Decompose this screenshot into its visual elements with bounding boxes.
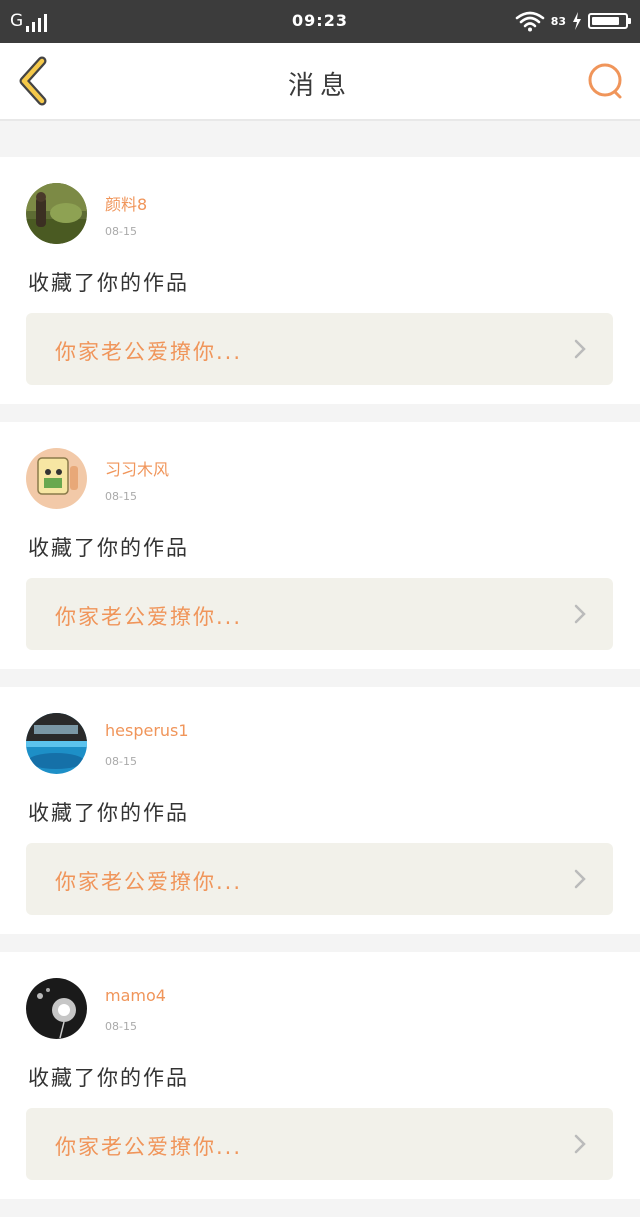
work-link[interactable]: 你家老公爱撩你... <box>26 1108 613 1180</box>
search-icon <box>588 63 622 99</box>
timestamp: 08-15 <box>105 490 137 503</box>
work-title: 你家老公爱撩你... <box>55 870 243 894</box>
username[interactable]: hesperus1 <box>105 721 189 740</box>
timestamp: 08-15 <box>105 755 137 768</box>
notification-list: 颜料8 08-15 收藏了你的作品 你家老公爱撩你... 习习木风 08-15 … <box>0 157 640 1217</box>
notification-message: 收藏了你的作品 <box>28 1066 189 1090</box>
avatar[interactable] <box>26 713 87 774</box>
username[interactable]: 习习木风 <box>105 456 169 480</box>
wifi-icon <box>515 11 544 32</box>
notification-card: 习习木风 08-15 收藏了你的作品 你家老公爱撩你... <box>0 422 640 669</box>
work-title: 你家老公爱撩你... <box>55 1135 243 1159</box>
username[interactable]: 颜料8 <box>105 191 147 215</box>
notification-message: 收藏了你的作品 <box>28 271 189 295</box>
top-nav-bar: 消息 <box>0 43 640 121</box>
avatar[interactable] <box>26 183 87 244</box>
work-link[interactable]: 你家老公爱撩你... <box>26 313 613 385</box>
page-title: 消息 <box>287 71 352 101</box>
charging-icon <box>573 12 581 30</box>
timestamp: 08-15 <box>105 1020 137 1033</box>
work-link[interactable]: 你家老公爱撩你... <box>26 578 613 650</box>
notification-message: 收藏了你的作品 <box>28 536 189 560</box>
avatar[interactable] <box>26 978 87 1039</box>
chevron-right-icon <box>574 339 586 359</box>
timestamp: 08-15 <box>105 225 137 238</box>
search-button[interactable] <box>586 61 626 101</box>
chevron-right-icon <box>574 604 586 624</box>
notification-card: hesperus1 08-15 收藏了你的作品 你家老公爱撩你... <box>0 687 640 934</box>
notification-card: 颜料8 08-15 收藏了你的作品 你家老公爱撩你... <box>0 157 640 404</box>
battery-icon <box>588 13 631 29</box>
status-bar: G 09:23 83 <box>0 0 640 43</box>
avatar[interactable] <box>26 448 87 509</box>
chevron-right-icon <box>574 869 586 889</box>
work-link[interactable]: 你家老公爱撩你... <box>26 843 613 915</box>
battery-percent: 83 <box>550 14 566 28</box>
chevron-right-icon <box>574 1134 586 1154</box>
work-title: 你家老公爱撩你... <box>55 340 243 364</box>
username[interactable]: mamo4 <box>105 986 166 1005</box>
notification-card: mamo4 08-15 收藏了你的作品 你家老公爱撩你... <box>0 952 640 1199</box>
work-title: 你家老公爱撩你... <box>55 605 243 629</box>
notification-message: 收藏了你的作品 <box>28 801 189 825</box>
